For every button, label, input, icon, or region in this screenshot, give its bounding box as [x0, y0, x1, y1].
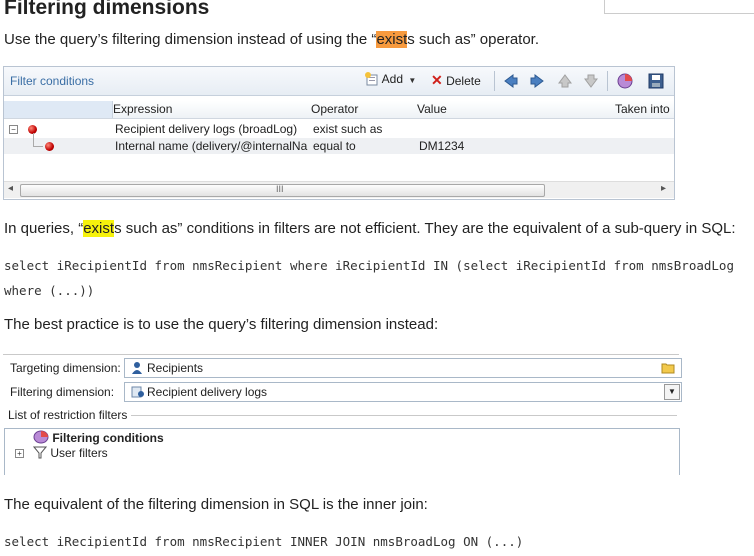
add-icon	[365, 72, 378, 86]
condition-dot-icon	[45, 142, 54, 151]
filter-conditions-panel: Filter conditions Add ▼ ✕ Delete Express…	[3, 66, 675, 200]
recipient-icon	[132, 362, 142, 374]
best-practice-paragraph: The best practice is to use the query’s …	[4, 316, 439, 333]
toolbar-separator	[494, 71, 495, 91]
dropdown-arrow-icon[interactable]: ▼	[664, 384, 680, 400]
restriction-filters-label: List of restriction filters	[8, 408, 131, 422]
delete-icon: ✕	[431, 72, 443, 88]
column-operator[interactable]: Operator	[311, 102, 358, 116]
page-title: Filtering dimensions	[4, 0, 210, 19]
code-line: select iRecipientId from nmsRecipient wh…	[4, 258, 734, 273]
row-value: DM1234	[419, 139, 465, 153]
column-taken-into[interactable]: Taken into	[615, 102, 670, 116]
add-button[interactable]: Add ▼	[365, 72, 416, 86]
row-operator: equal to	[313, 139, 356, 153]
tree-item-user-filters[interactable]: User filters	[32, 446, 108, 460]
filtering-dimension-label: Filtering dimension:	[10, 385, 115, 399]
toolbar-separator	[607, 71, 608, 91]
filter-table-header: Expression Operator Value Taken into	[4, 101, 674, 119]
highlight-exist: exist	[376, 31, 408, 48]
save-icon[interactable]	[648, 73, 664, 89]
move-right-icon[interactable]	[529, 73, 545, 89]
delete-button[interactable]: ✕ Delete	[431, 72, 481, 89]
queries-paragraph: In queries, “exists such as” conditions …	[4, 220, 736, 237]
move-left-icon[interactable]	[503, 73, 519, 89]
row-expression: Internal name (delivery/@internalNa	[115, 139, 308, 153]
move-down-icon[interactable]	[583, 73, 599, 89]
expand-icon[interactable]: +	[15, 449, 24, 458]
inner-join-paragraph: The equivalent of the filtering dimensio…	[4, 496, 428, 513]
filter-chart-icon	[33, 430, 49, 444]
highlight-exist: exist	[83, 220, 115, 237]
collapse-icon[interactable]: −	[9, 125, 18, 134]
code-line: select iRecipientId from nmsRecipient IN…	[4, 534, 524, 549]
scroll-thumb[interactable]: III	[20, 184, 545, 197]
user-filter-icon	[32, 446, 48, 459]
column-value[interactable]: Value	[417, 102, 447, 116]
column-expression[interactable]: Expression	[113, 102, 172, 116]
filter-conditions-title: Filter conditions	[10, 74, 95, 88]
table-row[interactable]: Internal name (delivery/@internalNa equa…	[4, 133, 674, 154]
dropdown-arrow-icon: ▼	[408, 76, 417, 85]
intro-paragraph: Use the query’s filtering dimension inst…	[4, 31, 540, 48]
table-row[interactable]: − Recipient delivery logs (broadLog) exi…	[4, 121, 674, 137]
scroll-right-icon[interactable]: ▸	[661, 183, 666, 194]
row-expression: Recipient delivery logs (broadLog)	[115, 122, 298, 136]
delivery-log-icon	[131, 386, 144, 398]
targeting-dimension-label: Targeting dimension:	[10, 361, 121, 375]
filter-chart-icon[interactable]	[616, 72, 634, 90]
row-operator: exist such as	[313, 122, 383, 136]
move-up-icon[interactable]	[557, 73, 573, 89]
top-right-box	[604, 0, 754, 14]
tree-item-filtering-conditions[interactable]: Filtering conditions	[33, 430, 164, 445]
targeting-dimension-field[interactable]: Recipients	[124, 358, 682, 378]
horizontal-scrollbar[interactable]: ◂ III ▸	[4, 181, 674, 198]
scroll-left-icon[interactable]: ◂	[8, 183, 13, 194]
code-line: where (...))	[4, 283, 95, 298]
filtering-dimension-select[interactable]: Recipient delivery logs ▼	[124, 382, 682, 402]
filter-toolbar: Filter conditions Add ▼ ✕ Delete	[4, 67, 674, 96]
folder-icon[interactable]	[661, 362, 675, 374]
